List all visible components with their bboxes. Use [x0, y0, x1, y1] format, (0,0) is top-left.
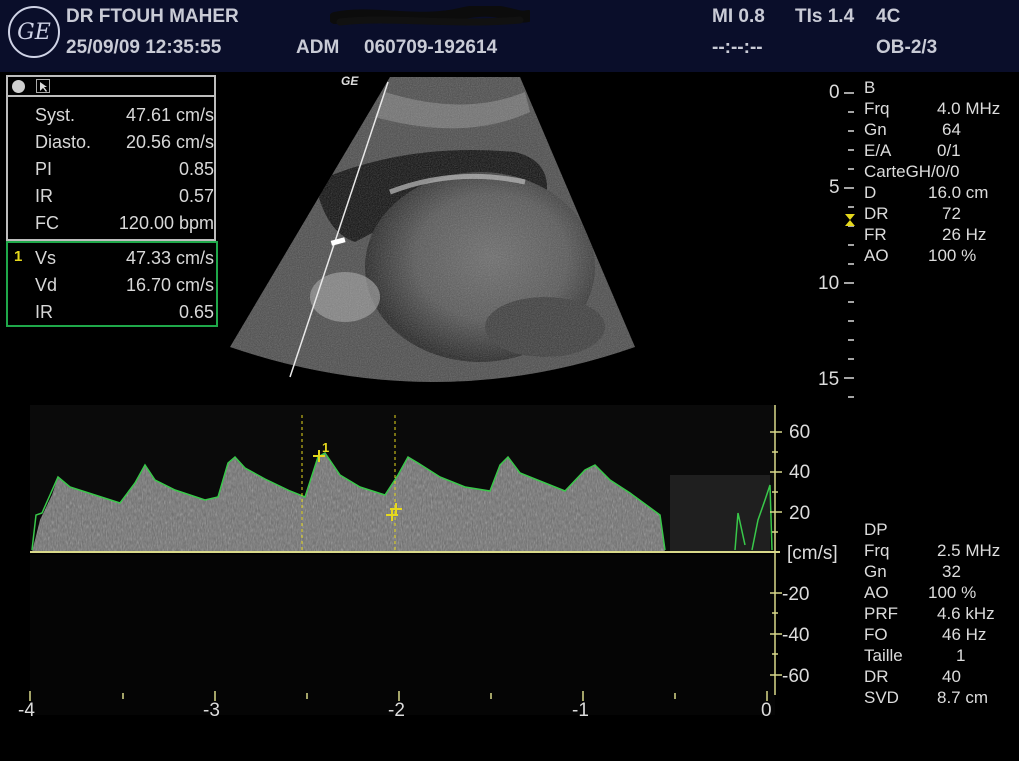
measurement-row: IR 0.57: [35, 186, 214, 206]
adm-label: ADM: [296, 37, 340, 58]
preset-name: OB-2/3: [876, 37, 938, 58]
measurement-row: PI 0.85: [35, 159, 214, 179]
measurement-toolbar: [6, 75, 216, 97]
bmode-image[interactable]: [225, 72, 640, 407]
depth-label: 15: [818, 369, 840, 390]
depth-label: 5: [829, 177, 840, 198]
time-tick-label: -1: [572, 700, 589, 721]
patient-id: 060709-192614: [364, 37, 498, 58]
cursor-tool-icon[interactable]: [36, 79, 50, 93]
depth-scale: [844, 92, 855, 398]
redacted-patient-name: [330, 6, 530, 26]
exam-datetime: 25/09/09 12:35:55: [66, 37, 222, 58]
exam-timer: --:--:--: [712, 37, 763, 58]
velocity-unit-label: [cm/s]: [787, 543, 838, 564]
time-tick-label: 0: [761, 700, 772, 721]
probe-name: 4C: [876, 6, 901, 27]
caliper-label: 1: [322, 440, 329, 455]
measurement-row: Syst. 47.61 cm/s: [35, 105, 214, 125]
measurement-row: Diasto. 20.56 cm/s: [35, 132, 214, 152]
doppler-parameters: DP Frq 2.5 MHz Gn 32 AO 100 % PRF 4.6 kHz FO…: [864, 520, 1001, 707]
time-tick-label: -3: [203, 700, 220, 721]
measurement-marker: 1: [14, 248, 23, 265]
velocity-tick-label: 60: [789, 422, 811, 443]
ge-logo-icon: GE: [8, 6, 60, 58]
velocity-tick-label: 40: [789, 462, 811, 483]
active-measurement[interactable]: Vs 47.33 cm/s Vd 16.70 cm/s IR 0.65: [6, 241, 218, 327]
measurement-row: FC 120.00 bpm: [35, 213, 214, 233]
depth-label: 10: [818, 273, 840, 294]
velocity-tick-label: 20: [789, 503, 811, 524]
mi-index: MI 0.8: [712, 6, 765, 27]
image-brand-label: GE: [341, 74, 359, 88]
time-tick-label: -4: [18, 700, 35, 721]
measurement-row: Vs 47.33 cm/s: [35, 248, 214, 268]
velocity-tick-label: -20: [782, 584, 810, 605]
velocity-tick-label: -60: [782, 666, 810, 687]
tis-index: TIs 1.4: [795, 6, 855, 27]
focus-marker-icon: [845, 214, 855, 226]
time-tick-label: -2: [388, 700, 405, 721]
measurement-row: Vd 16.70 cm/s: [35, 275, 214, 295]
measurement-summary: Syst. 47.61 cm/s Diasto. 20.56 cm/s PI 0.85…: [6, 97, 216, 241]
bmode-parameters: B Frq 4.0 MHz Gn 64 E/A 0/1 CarteGH/0/0 D 16…: [864, 78, 1001, 265]
velocity-tick-label: -40: [782, 625, 810, 646]
measurement-row: IR 0.65: [35, 302, 214, 322]
operator-name: DR FTOUH MAHER: [66, 6, 239, 27]
depth-label: 0: [829, 82, 840, 103]
record-icon[interactable]: [12, 80, 25, 93]
